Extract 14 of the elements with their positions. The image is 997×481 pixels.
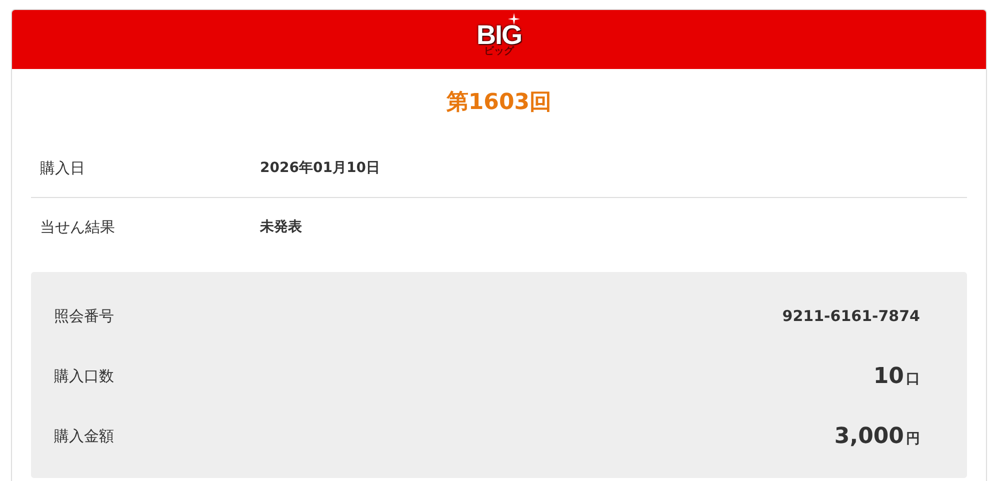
row-label: 購入日 [39,158,86,178]
detail-label: 購入金額 [54,426,115,446]
unit-label: 円 [906,430,920,448]
detail-value: 9211-6161-7874 [782,307,920,325]
spark-icon [508,13,520,25]
round-title: 第1603回 [445,89,553,117]
row-label: 当せん結果 [39,218,116,236]
row-value: 2026年01月10日 [260,159,380,177]
detail-label: 照会番号 [54,306,115,326]
row-value: 未発表 [260,218,302,236]
detail-label: 購入口数 [54,366,115,386]
detail-value: 3,000 [834,424,904,448]
detail-value: 10 [873,364,904,388]
unit-label: 口 [906,370,920,388]
